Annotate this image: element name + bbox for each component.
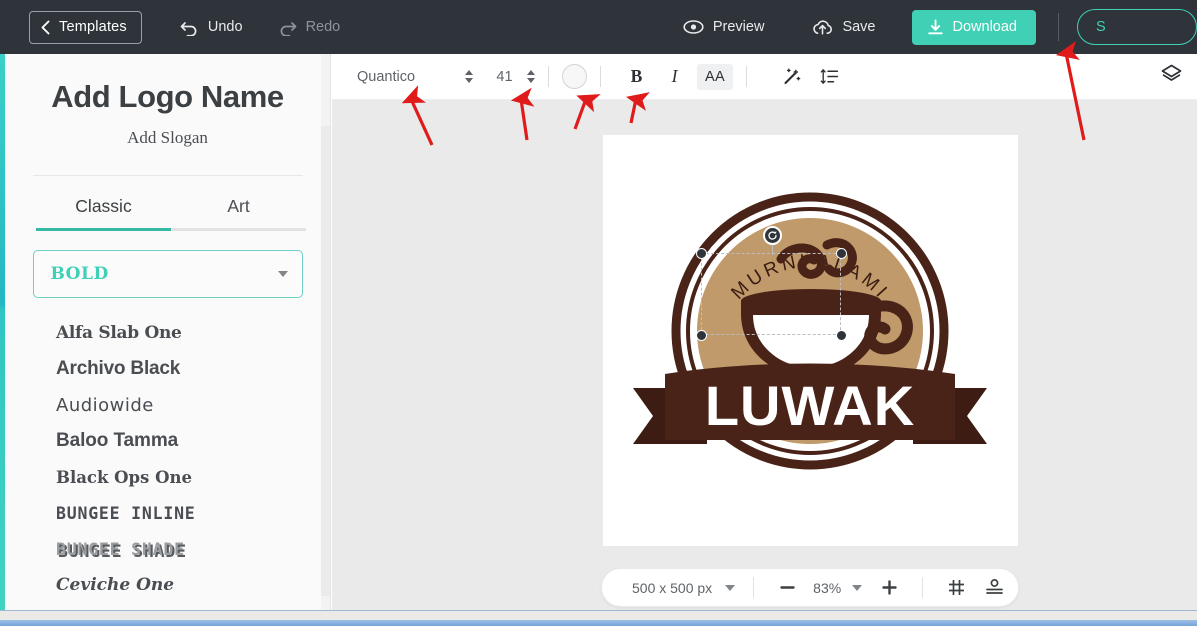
font-family-control[interactable]: Quantico [357, 69, 473, 85]
left-sidebar: Add Logo Name Add Slogan Classic Art BOL… [5, 54, 331, 610]
text-toolbar: Quantico 41 B I AA [332, 54, 1197, 100]
bottombar-separator [753, 577, 754, 598]
redo-button[interactable]: Redo [278, 0, 341, 54]
layers-icon [1160, 63, 1183, 85]
topbar-divider [1058, 13, 1059, 41]
align-guides-button[interactable] [979, 575, 1009, 601]
line-spacing-icon [820, 67, 839, 86]
resize-handle-bottom-left[interactable] [696, 330, 707, 341]
undo-button-label: Undo [208, 19, 243, 35]
font-group-value: BOLD [51, 264, 109, 284]
templates-button-label: Templates [59, 19, 127, 35]
redo-arrow-icon [278, 19, 297, 36]
taskbar-strip [0, 620, 1197, 626]
logo-artwork[interactable]: MURNI ALAMI LUWAK [603, 135, 1018, 546]
preview-button-label: Preview [713, 19, 765, 35]
templates-button[interactable]: Templates [29, 11, 142, 44]
bold-button[interactable]: B [621, 63, 652, 91]
canvas-area[interactable]: MURNI ALAMI LUWAK [332, 100, 1197, 610]
font-item-baloo-tamma[interactable]: Baloo Tamma [5, 423, 330, 459]
redo-button-label: Redo [306, 19, 341, 35]
rotate-connector [772, 244, 773, 255]
layers-button[interactable] [1160, 63, 1183, 90]
logo-maker-app: Templates Undo Redo Preview Save [0, 0, 1197, 626]
italic-button[interactable]: I [659, 63, 690, 91]
sidebar-divider [33, 175, 303, 176]
toolbar-separator [548, 66, 549, 87]
magic-wand-icon [782, 67, 801, 86]
tab-active-indicator [36, 228, 171, 231]
uppercase-button[interactable]: AA [697, 64, 733, 90]
rotate-handle-icon[interactable] [763, 226, 782, 245]
text-effects-button[interactable] [776, 63, 807, 91]
font-item-bungee-inline[interactable]: BUNGEE INLINE [5, 495, 330, 531]
save-button-label: Save [842, 19, 875, 35]
undo-arrow-icon [180, 19, 199, 36]
download-button-label: Download [953, 19, 1018, 35]
os-taskbar [0, 610, 1197, 626]
sidebar-scrollbar-thumb[interactable] [321, 126, 330, 596]
save-button[interactable]: Save [812, 0, 875, 54]
canvas-status-bar: 500 x 500 px 83% [601, 568, 1019, 607]
artboard[interactable]: MURNI ALAMI LUWAK [603, 135, 1018, 546]
text-selection-box[interactable] [701, 253, 841, 335]
chevron-left-icon [40, 20, 51, 35]
spinner-updown-icon[interactable] [465, 70, 473, 83]
download-button[interactable]: Download [912, 10, 1037, 45]
toolbar-separator [600, 66, 601, 87]
grid-toggle-button[interactable] [941, 575, 971, 601]
sidebar-tabs: Classic Art [36, 196, 306, 228]
logo-banner-text: LUWAK [705, 374, 915, 437]
cloud-upload-icon [812, 19, 833, 36]
font-item-alfa-slab-one[interactable]: Alfa Slab One [5, 315, 330, 351]
zoom-in-button[interactable] [874, 575, 904, 601]
logo-name-text[interactable]: Add Logo Name [5, 79, 330, 115]
luwak-logo-svg: MURNI ALAMI LUWAK [603, 135, 1018, 546]
font-size-value: 41 [496, 69, 513, 85]
font-item-ceviche-one[interactable]: Ceviche One [5, 567, 330, 603]
font-family-value: Quantico [357, 69, 465, 85]
font-group-select[interactable]: BOLD [33, 250, 303, 298]
align-guides-icon [985, 578, 1004, 597]
undo-button[interactable]: Undo [180, 0, 243, 54]
download-icon [927, 19, 944, 36]
canvas-size-select[interactable]: 500 x 500 px [632, 580, 735, 596]
preview-button[interactable]: Preview [683, 0, 765, 54]
font-item-audiowide[interactable]: Audiowide [5, 387, 330, 423]
line-spacing-button[interactable] [814, 63, 845, 91]
font-item-archivo-black[interactable]: Archivo Black [5, 351, 330, 387]
canvas-size-value: 500 x 500 px [632, 580, 712, 596]
grid-icon [947, 578, 966, 597]
eye-icon [683, 20, 704, 34]
bottombar-separator [922, 577, 923, 598]
chevron-down-icon[interactable] [852, 585, 862, 591]
resize-handle-bottom-right[interactable] [836, 330, 847, 341]
signin-button[interactable]: S [1077, 9, 1197, 45]
text-color-swatch[interactable] [562, 64, 587, 89]
chevron-down-icon [725, 585, 735, 591]
font-size-control[interactable]: 41 [496, 69, 535, 85]
tab-art[interactable]: Art [171, 196, 306, 228]
tab-underline [36, 228, 306, 231]
spinner-updown-icon[interactable] [527, 70, 535, 83]
tab-classic[interactable]: Classic [36, 196, 171, 228]
zoom-out-button[interactable] [772, 575, 802, 601]
signin-button-label: S [1096, 19, 1106, 35]
chevron-down-icon [278, 271, 288, 277]
resize-handle-top-right[interactable] [836, 248, 847, 259]
toolbar-separator [746, 66, 747, 87]
sidebar-scrollbar-track[interactable] [321, 54, 330, 610]
resize-handle-top-left[interactable] [696, 248, 707, 259]
logo-slogan-text[interactable]: Add Slogan [5, 128, 330, 148]
top-bar: Templates Undo Redo Preview Save [0, 0, 1197, 54]
font-item-black-ops-one[interactable]: Black Ops One [5, 459, 330, 495]
font-item-bungee-shade[interactable]: BUNGEE SHADE [5, 531, 330, 567]
minus-icon [779, 579, 796, 596]
plus-icon [881, 579, 898, 596]
font-list: Alfa Slab One Archivo Black Audiowide Ba… [5, 315, 330, 603]
zoom-level-value: 83% [813, 580, 841, 596]
